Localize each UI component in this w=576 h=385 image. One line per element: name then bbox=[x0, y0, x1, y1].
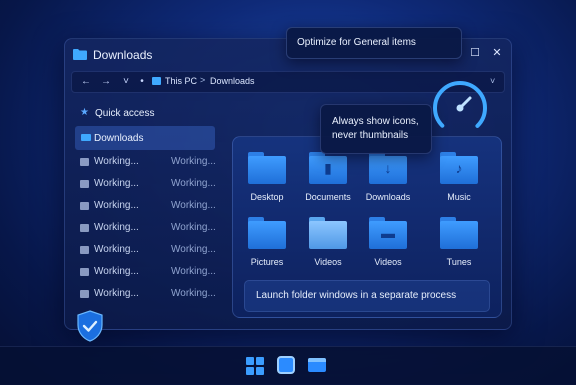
breadcrumb-downloads[interactable]: Downloads bbox=[210, 76, 255, 86]
optimize-tooltip: Optimize for General items bbox=[286, 27, 462, 59]
option-label: Launch folder windows in a separate proc… bbox=[256, 290, 457, 301]
folder-label: Videos bbox=[374, 257, 402, 267]
forward-button[interactable]: → bbox=[98, 74, 114, 90]
back-button[interactable]: ← bbox=[78, 74, 94, 90]
list-item[interactable]: Working... Working... bbox=[80, 222, 220, 236]
folder-icon bbox=[73, 49, 87, 60]
breadcrumb-separator: > bbox=[200, 75, 206, 85]
history-dropdown-button[interactable]: ˅ bbox=[118, 74, 134, 90]
sidebar-item-label: Quick access bbox=[95, 108, 155, 119]
file-icon bbox=[80, 224, 89, 232]
address-chevron-icon[interactable]: ˅ bbox=[490, 76, 495, 86]
folder-label: Desktop bbox=[250, 192, 284, 202]
close-button[interactable]: ✕ bbox=[487, 44, 507, 62]
taskbar-app-icon[interactable] bbox=[277, 356, 295, 374]
file-icon bbox=[80, 158, 89, 166]
file-icon bbox=[80, 180, 89, 188]
up-button[interactable]: • bbox=[134, 74, 150, 90]
tooltip-text: Optimize for General items bbox=[297, 37, 416, 48]
list-item[interactable]: Working... Working... bbox=[80, 266, 220, 280]
list-item[interactable]: Working... Working... bbox=[80, 288, 220, 302]
videos-folder-icon[interactable]: ▬ bbox=[369, 217, 407, 249]
list-item[interactable]: Working... Working... bbox=[80, 200, 220, 214]
pictures-folder-icon[interactable] bbox=[248, 217, 286, 249]
file-icon bbox=[80, 290, 89, 298]
windows-start-icon[interactable] bbox=[246, 357, 264, 375]
item-name: Working... bbox=[94, 266, 139, 277]
folder-label: Music bbox=[447, 192, 471, 202]
file-icon bbox=[80, 202, 89, 210]
file-explorer-taskbar-icon[interactable] bbox=[308, 358, 326, 372]
item-name: Working... bbox=[94, 222, 139, 233]
folder-icon bbox=[81, 134, 91, 141]
tunes-folder-icon[interactable] bbox=[440, 217, 478, 249]
sidebar-item-downloads[interactable]: Downloads bbox=[75, 126, 215, 150]
item-status: Working... bbox=[171, 178, 216, 189]
item-status: Working... bbox=[171, 266, 216, 277]
tooltip-line-1: Always show icons, bbox=[332, 116, 419, 127]
videos-folder-icon[interactable] bbox=[309, 217, 347, 249]
tooltip-line-2: never thumbnails bbox=[332, 130, 409, 141]
item-status: Working... bbox=[171, 156, 216, 167]
shield-check-icon bbox=[77, 310, 103, 342]
downloads-folder-icon[interactable]: ↓ bbox=[369, 152, 407, 184]
item-name: Working... bbox=[94, 244, 139, 255]
file-icon bbox=[80, 246, 89, 254]
item-name: Working... bbox=[94, 200, 139, 211]
maximize-button[interactable]: ☐ bbox=[465, 44, 485, 62]
launch-separate-process-option[interactable]: Launch folder windows in a separate proc… bbox=[244, 280, 490, 312]
item-status: Working... bbox=[171, 222, 216, 233]
window-title: Downloads bbox=[93, 48, 153, 62]
sidebar-item-label: Downloads bbox=[94, 133, 144, 144]
list-item[interactable]: Working... Working... bbox=[80, 244, 220, 258]
item-status: Working... bbox=[171, 200, 216, 211]
item-name: Working... bbox=[94, 156, 139, 167]
file-icon bbox=[80, 268, 89, 276]
folder-label: Pictures bbox=[250, 257, 284, 267]
list-item[interactable]: Working... Working... bbox=[80, 178, 220, 192]
item-status: Working... bbox=[171, 244, 216, 255]
music-folder-icon[interactable]: ♪ bbox=[440, 152, 478, 184]
speedometer-icon bbox=[433, 81, 487, 135]
taskbar bbox=[0, 346, 576, 385]
item-name: Working... bbox=[94, 178, 139, 189]
pc-icon bbox=[152, 77, 161, 85]
item-status: Working... bbox=[171, 288, 216, 299]
star-icon: ★ bbox=[80, 107, 89, 118]
documents-folder-icon[interactable]: ▮ bbox=[309, 152, 347, 184]
breadcrumb-this-pc[interactable]: This PC bbox=[165, 76, 197, 86]
list-item[interactable]: Working... Working... bbox=[80, 156, 220, 170]
folder-label: Downloads bbox=[365, 192, 411, 202]
folder-label: Tunes bbox=[446, 257, 472, 267]
item-name: Working... bbox=[94, 288, 139, 299]
desktop-folder-icon[interactable] bbox=[248, 152, 286, 184]
icons-tooltip: Always show icons, never thumbnails bbox=[320, 104, 432, 154]
